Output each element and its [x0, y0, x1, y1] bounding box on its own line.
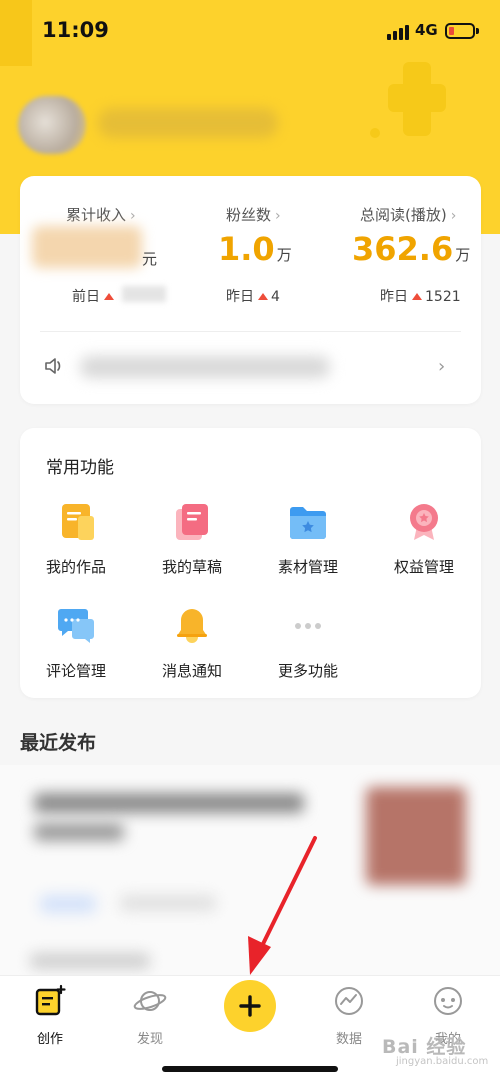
more-icon: [295, 623, 321, 629]
chevron-right-icon: ›: [275, 208, 281, 224]
chevron-right-icon: ›: [450, 208, 457, 224]
income-sub-value-blurred: [122, 286, 166, 302]
function-drafts[interactable]: 我的草稿: [142, 502, 242, 577]
material-folder-icon: [290, 507, 326, 539]
header-decoration: [388, 84, 446, 112]
function-label: 评论管理: [45, 662, 106, 680]
planet-icon: [133, 991, 167, 1011]
tab-label: 数据: [335, 1032, 362, 1047]
income-previous-day: 前日: [72, 286, 117, 306]
chevron-right-icon[interactable]: ›: [438, 356, 445, 377]
publish-fab-button[interactable]: [224, 980, 276, 1032]
bell-icon: [177, 609, 207, 643]
function-rights[interactable]: 权益管理: [374, 502, 474, 577]
reads-stat[interactable]: 总阅读(播放) ›: [360, 204, 456, 225]
income-sub-label: 前日: [72, 289, 100, 305]
income-label: 累计收入: [66, 206, 127, 224]
increase-arrow-icon: [412, 293, 422, 300]
reads-sub-label: 昨日: [380, 289, 408, 305]
data-chart-icon: [335, 987, 363, 1015]
fans-sub-value: 4: [271, 289, 280, 305]
reads-unit: 万: [455, 246, 471, 264]
function-my-works[interactable]: 我的作品: [26, 502, 126, 577]
tab-create[interactable]: 创作: [10, 984, 90, 1047]
income-value-blurred: [32, 226, 142, 268]
divider: [40, 331, 461, 332]
post-meta-blurred: [120, 895, 216, 911]
function-label: 素材管理: [277, 558, 338, 576]
increase-arrow-icon: [104, 293, 114, 300]
status-bar: 11:09 4G: [0, 0, 500, 60]
status-time: 11:09: [42, 18, 109, 42]
post-item-blurred: [30, 953, 150, 969]
function-comments[interactable]: 评论管理: [26, 606, 126, 681]
reads-value: 362.6 万: [352, 230, 470, 268]
post-title-blurred: [34, 823, 124, 841]
watermark-text: Bai 经验: [382, 1036, 467, 1058]
rights-badge-icon: [410, 504, 438, 540]
reads-yesterday: 昨日 1521: [380, 286, 461, 306]
function-label: 消息通知: [161, 662, 222, 680]
plus-icon: [239, 995, 261, 1017]
common-functions-card: 常用功能 我的作品 我的草稿 素材管理 权益管理 评论管理 消息通知 更多功能: [20, 428, 481, 698]
battery-icon: [445, 23, 475, 39]
my-works-icon: [62, 504, 94, 540]
fans-value: 1.0 万: [218, 230, 292, 268]
recent-posts-list[interactable]: [0, 765, 500, 975]
post-tag-blurred: [40, 895, 96, 913]
income-stat[interactable]: 累计收入 ›: [66, 204, 136, 225]
avatar[interactable]: [18, 96, 86, 154]
function-label: 更多功能: [277, 662, 338, 680]
function-notifications[interactable]: 消息通知: [142, 606, 242, 681]
post-title-blurred: [34, 793, 304, 813]
signal-icon: [387, 24, 409, 40]
chevron-right-icon: ›: [130, 208, 136, 224]
speaker-icon: [45, 358, 61, 374]
income-unit: 元: [142, 250, 158, 268]
fans-label: 粉丝数: [226, 206, 272, 224]
recent-section-title: 最近发布: [20, 732, 97, 754]
tab-label: 发现: [136, 1032, 163, 1047]
function-more[interactable]: 更多功能: [258, 606, 358, 681]
post-thumbnail-blurred: [366, 787, 466, 885]
fans-number: 1.0: [218, 230, 275, 268]
header-decoration: [370, 128, 380, 138]
fans-unit: 万: [276, 246, 292, 264]
stats-card: 累计收入 › 元 前日 粉丝数 › 1.0 万 昨日 4 总阅读(播放) › 362.6 万…: [20, 176, 481, 404]
function-label: 我的草稿: [161, 558, 222, 576]
increase-arrow-icon: [258, 293, 268, 300]
fans-stat[interactable]: 粉丝数 ›: [226, 204, 281, 225]
drafts-icon: [176, 504, 208, 540]
function-label: 权益管理: [393, 558, 454, 576]
network-type: 4G: [415, 21, 438, 39]
function-label: 我的作品: [45, 558, 106, 576]
tab-label: 创作: [36, 1032, 63, 1047]
notice-text-blurred[interactable]: [80, 356, 330, 378]
battery-tip: [476, 28, 479, 34]
fans-sub-label: 昨日: [226, 289, 254, 305]
fans-yesterday: 昨日 4: [226, 286, 280, 306]
profile-face-icon: [434, 987, 462, 1015]
tab-data[interactable]: 数据: [309, 984, 389, 1047]
reads-sub-value: 1521: [425, 289, 461, 305]
reads-number: 362.6: [352, 230, 454, 268]
tab-discover[interactable]: 发现: [110, 984, 190, 1047]
comment-icon: [58, 609, 94, 643]
function-material[interactable]: 素材管理: [258, 502, 358, 577]
username-blurred[interactable]: [98, 108, 278, 138]
section-title: 常用功能: [46, 458, 114, 478]
watermark-subtext: jingyan.baidu.com: [396, 1056, 489, 1067]
reads-label: 总阅读(播放): [360, 206, 447, 224]
home-indicator: [162, 1066, 338, 1072]
create-icon: [35, 984, 66, 1016]
